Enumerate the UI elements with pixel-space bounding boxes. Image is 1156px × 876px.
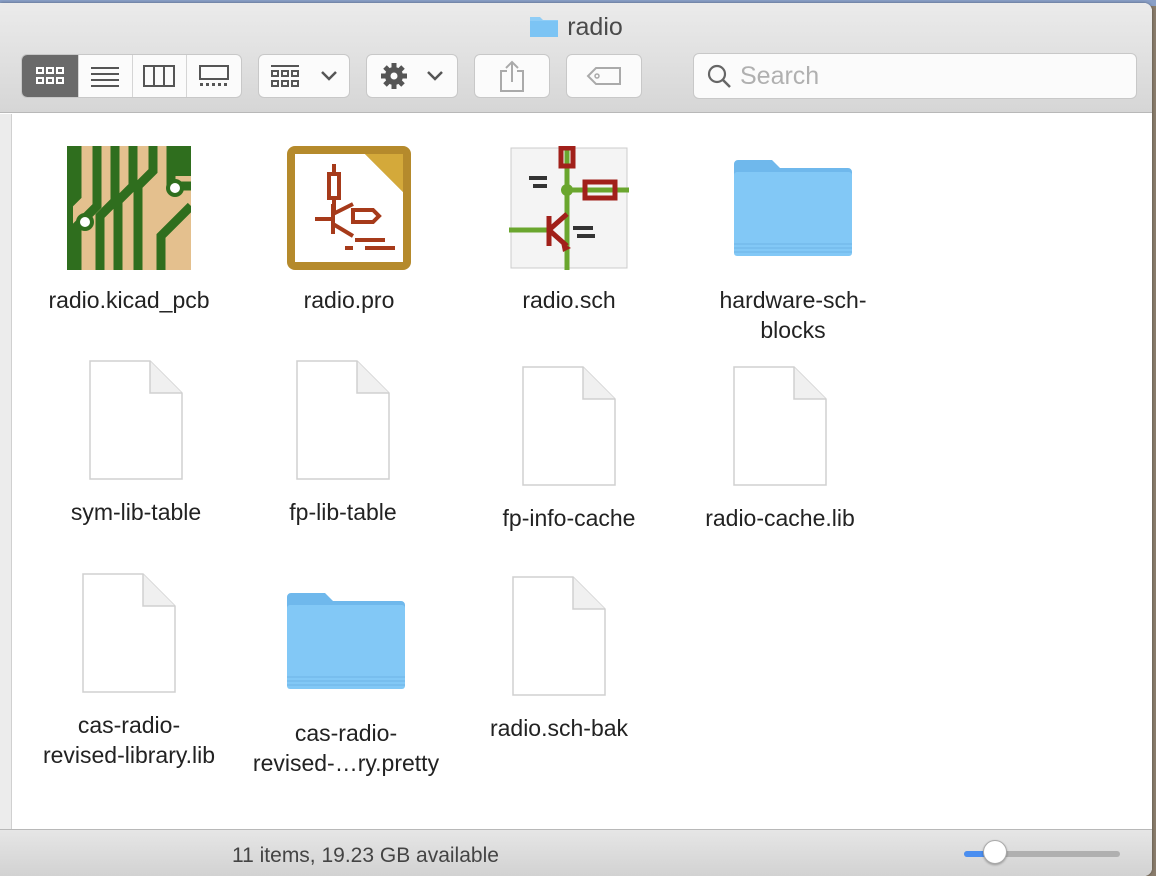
group-by-button[interactable]: [258, 54, 350, 98]
file-item[interactable]: radio.sch: [459, 143, 679, 315]
file-item[interactable]: radio.pro: [239, 143, 459, 315]
share-button[interactable]: [474, 54, 550, 98]
kicad-schematic-icon: [459, 143, 679, 273]
file-name: cas-radio-revised-…ry.pretty: [252, 720, 440, 776]
file-item[interactable]: hardware-sch-blocks: [683, 143, 903, 345]
search-field[interactable]: [693, 53, 1137, 99]
action-button[interactable]: [366, 54, 458, 98]
icon-view-button[interactable]: [22, 55, 79, 97]
folder-icon: [236, 576, 456, 706]
chevron-down-icon: [427, 71, 443, 81]
file-name: fp-info-cache: [502, 505, 636, 531]
folder-icon: [683, 143, 903, 273]
icon-size-slider[interactable]: [964, 840, 1120, 864]
gallery-view-icon: [199, 65, 229, 86]
gear-icon: [381, 63, 407, 89]
file-item[interactable]: fp-lib-table: [233, 355, 453, 527]
tag-icon: [586, 67, 621, 85]
file-item[interactable]: radio.kicad_pcb: [19, 143, 239, 315]
document-icon: [459, 361, 679, 491]
kicad-project-icon: [239, 143, 459, 273]
file-item[interactable]: cas-radio-revised-library.lib: [19, 568, 239, 770]
window-title: radio: [0, 13, 1152, 42]
document-icon: [233, 355, 453, 485]
document-icon: [670, 361, 890, 491]
file-name: radio.sch: [522, 287, 616, 313]
folder-icon: [530, 17, 559, 37]
file-name: sym-lib-table: [70, 499, 202, 525]
file-item[interactable]: fp-info-cache: [459, 361, 679, 533]
document-icon: [26, 355, 246, 485]
file-item[interactable]: cas-radio-revised-…ry.pretty: [236, 576, 456, 778]
document-icon: [19, 568, 239, 698]
list-view-icon: [91, 67, 120, 87]
file-name: radio.kicad_pcb: [48, 287, 210, 313]
column-view-button[interactable]: [133, 55, 187, 97]
share-icon: [500, 60, 524, 92]
icon-view-icon: [35, 67, 64, 84]
finder-window: radio radio.kicad_pcb radio.pro radio.sch h…: [0, 3, 1152, 876]
gallery-view-button[interactable]: [187, 55, 241, 97]
file-name: cas-radio-revised-library.lib: [42, 712, 216, 768]
title-text: radio: [567, 13, 623, 41]
file-item[interactable]: radio-cache.lib: [670, 361, 890, 533]
toolbar: radio: [0, 3, 1152, 113]
group-icon: [271, 65, 299, 87]
status-text: 11 items, 19.23 GB available: [232, 844, 499, 867]
file-name: fp-lib-table: [289, 499, 397, 525]
search-icon: [707, 64, 731, 88]
sidebar-edge: [0, 114, 12, 829]
view-mode-control: [21, 54, 242, 98]
tag-button[interactable]: [566, 54, 642, 98]
document-icon: [449, 571, 669, 701]
file-name: radio.sch-bak: [489, 715, 629, 741]
file-item[interactable]: sym-lib-table: [26, 355, 246, 527]
file-name: hardware-sch-blocks: [719, 287, 867, 343]
slider-knob[interactable]: [983, 840, 1008, 864]
search-input[interactable]: [740, 61, 1120, 91]
file-name: radio.pro: [303, 287, 395, 313]
status-bar: 11 items, 19.23 GB available: [0, 829, 1152, 876]
file-name: radio-cache.lib: [705, 505, 855, 531]
file-item[interactable]: radio.sch-bak: [449, 571, 669, 743]
column-view-icon: [143, 65, 176, 87]
list-view-button[interactable]: [79, 55, 133, 97]
chevron-down-icon: [321, 71, 337, 81]
kicad-pcb-icon: [19, 143, 239, 273]
